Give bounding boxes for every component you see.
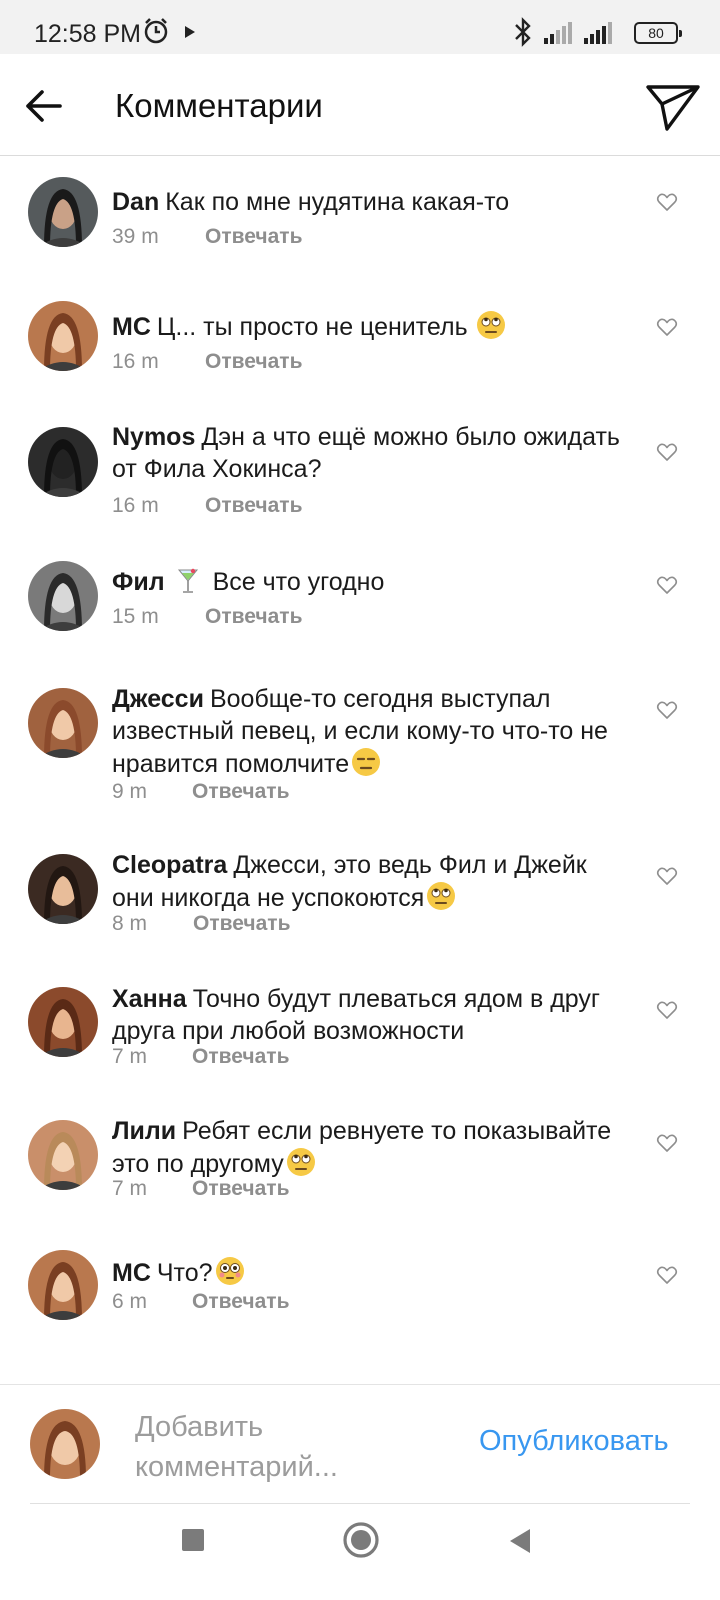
reply-button[interactable]: Отвечать [192, 1177, 289, 1201]
comment-body: Все что угодно [212, 568, 385, 596]
bluetooth-icon [515, 17, 531, 47]
circle-home-icon[interactable] [342, 1521, 380, 1559]
status-bar: 12:58 PM 80 [0, 0, 720, 54]
play-icon [185, 26, 195, 38]
reply-button[interactable]: Отвечать [193, 912, 290, 936]
heart-icon[interactable] [656, 442, 678, 462]
comment-body: Что? [156, 1259, 213, 1287]
comment-timestamp: 9 m [112, 780, 148, 803]
comment-body: Ребят если ревнуете то показывайте это п… [112, 1117, 612, 1178]
comment-timestamp: 7 m [112, 1045, 148, 1068]
comment-text: Фил Все что угодно [112, 565, 632, 598]
comment-body: Как по мне нудятина какая-то [165, 188, 510, 216]
comment-timestamp: 8 m [112, 912, 148, 935]
rolling-eyes-emoji-icon [286, 1147, 316, 1177]
heart-icon[interactable] [656, 317, 678, 337]
comment-text: Джесси Вообще-то сегодня выступал известн… [112, 683, 632, 780]
comment-composer: Добавить комментарий... Опубликовать [0, 1384, 720, 1504]
comment-timestamp: 39 m [112, 225, 159, 248]
back-arrow-icon[interactable] [22, 84, 66, 128]
system-nav-bar [0, 1504, 720, 1600]
comment-username[interactable]: Dan [112, 188, 159, 216]
page-title: Комментарии [115, 87, 323, 124]
alarm-icon [144, 18, 168, 44]
avatar[interactable] [28, 1250, 98, 1320]
heart-icon[interactable] [656, 575, 678, 595]
comment-username[interactable]: Джесси [112, 685, 204, 713]
square-icon[interactable] [181, 1528, 205, 1552]
rolling-eyes-emoji-icon [476, 310, 506, 340]
avatar[interactable] [28, 427, 98, 497]
comment-timestamp: 16 m [112, 494, 159, 517]
avatar[interactable] [28, 854, 98, 924]
comment-username[interactable]: MC [112, 313, 151, 341]
signal-icon [544, 22, 572, 44]
comment-body: Ц... ты просто не ценитель [156, 313, 468, 341]
expressionless-emoji-icon [351, 747, 381, 777]
rolling-eyes-emoji-icon [426, 881, 456, 911]
comment-username[interactable]: Фил [112, 568, 165, 596]
comment-text: Dan Как по мне нудятина какая-то [112, 186, 632, 218]
avatar[interactable] [28, 177, 98, 247]
comment-input[interactable]: Добавить комментарий... [135, 1407, 425, 1487]
status-time: 12:58 PM [34, 20, 142, 48]
heart-icon[interactable] [656, 1265, 678, 1285]
heart-icon[interactable] [656, 192, 678, 212]
comment-text: Лили Ребят если ревнуете то показывайте э… [112, 1115, 632, 1180]
comment-text: MC Ц... ты просто не ценитель [112, 310, 632, 343]
heart-icon[interactable] [656, 700, 678, 720]
comment-username[interactable]: MC [112, 1259, 151, 1287]
comment-text: Cleopatra Джесси, это ведь Фил и Джейк он… [112, 849, 632, 914]
comment-timestamp: 16 m [112, 350, 159, 373]
paper-plane-icon[interactable] [645, 82, 701, 132]
heart-icon[interactable] [656, 1133, 678, 1153]
battery-icon: 80 [634, 22, 682, 44]
signal-icon [584, 22, 612, 44]
comment-username[interactable]: Cleopatra [112, 851, 227, 879]
avatar [30, 1409, 100, 1479]
comment-timestamp: 15 m [112, 605, 159, 628]
comment-username[interactable]: Ханна [112, 985, 187, 1013]
reply-button[interactable]: Отвечать [192, 1045, 289, 1069]
triangle-back-icon[interactable] [508, 1527, 532, 1555]
comment-text: Nymos Дэн а что ещё можно было ожидать от… [112, 421, 632, 485]
reply-button[interactable]: Отвечать [205, 605, 302, 629]
reply-button[interactable]: Отвечать [205, 350, 302, 374]
reply-button[interactable]: Отвечать [192, 780, 289, 804]
avatar[interactable] [28, 1120, 98, 1190]
avatar[interactable] [28, 688, 98, 758]
comment-text: Ханна Точно будут плеваться ядом в друг д… [112, 983, 632, 1047]
reply-button[interactable]: Отвечать [205, 494, 302, 518]
comment-username[interactable]: Nymos [112, 423, 195, 451]
publish-button[interactable]: Опубликовать [479, 1425, 669, 1458]
avatar[interactable] [28, 301, 98, 371]
comment-timestamp: 6 m [112, 1290, 148, 1313]
reply-button[interactable]: Отвечать [192, 1290, 289, 1314]
top-app-bar: Комментарии [0, 54, 720, 156]
cocktail-emoji-icon [173, 565, 203, 595]
reply-button[interactable]: Отвечать [205, 225, 302, 249]
heart-icon[interactable] [656, 866, 678, 886]
heart-icon[interactable] [656, 1000, 678, 1020]
comment-username[interactable]: Лили [112, 1117, 176, 1145]
flushed-emoji-icon [215, 1256, 245, 1286]
comment-timestamp: 7 m [112, 1177, 148, 1200]
avatar[interactable] [28, 987, 98, 1057]
comment-text: MC Что? [112, 1256, 632, 1289]
avatar[interactable] [28, 561, 98, 631]
